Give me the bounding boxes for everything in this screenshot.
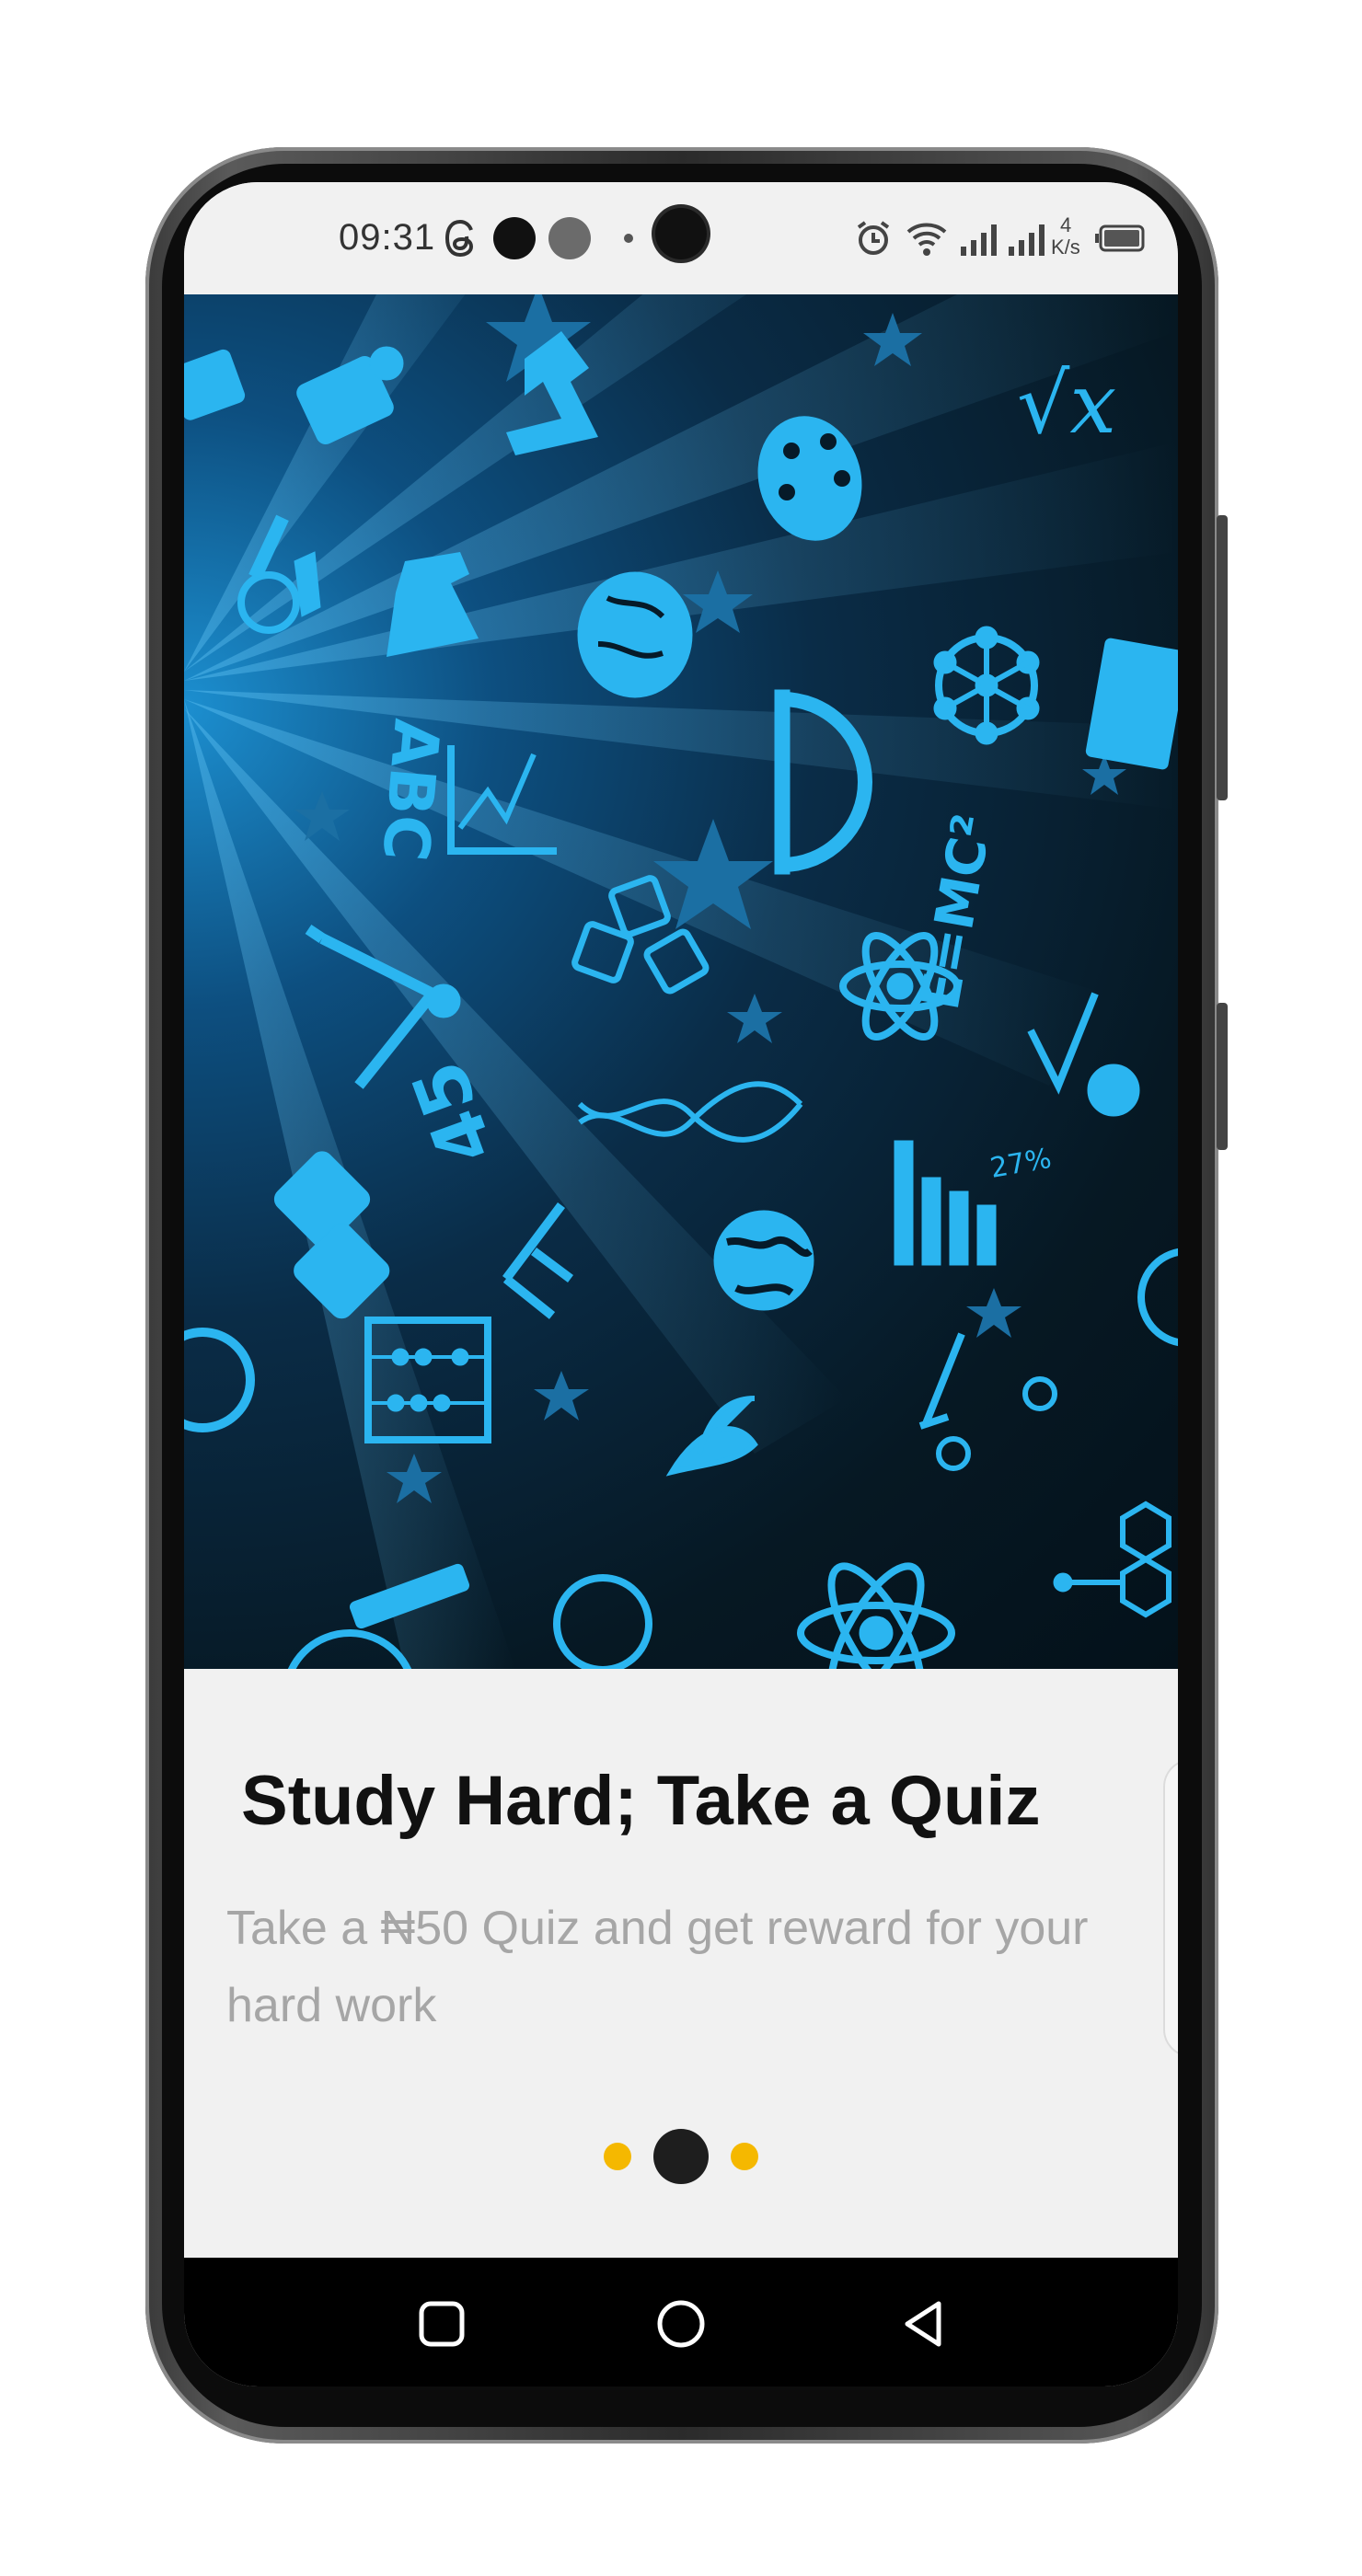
hero-image: ABC E=MC² 27% √x 45 [184, 294, 1178, 1669]
threads-icon [444, 219, 474, 258]
back-icon[interactable] [896, 2298, 948, 2350]
notification-dot-icon [548, 217, 591, 259]
hero-text-abc: ABC [368, 717, 453, 865]
page-dot-inactive[interactable] [604, 2143, 631, 2170]
small-dot-icon [624, 234, 633, 243]
page-indicator [184, 2120, 1178, 2193]
system-navigation-bar [184, 2258, 1178, 2386]
science-icons-illustration: ABC E=MC² 27% √x 45 [184, 294, 1178, 1669]
power-button [1217, 1003, 1228, 1150]
notification-dot-icon [493, 217, 536, 259]
phone-screen: 09:31 4 K/s ABC E=MC² 27% √x 45 Study Ha… [184, 182, 1178, 2386]
wifi-icon [906, 223, 947, 256]
hero-text-sqrt: √x [1017, 356, 1116, 453]
signal-icon [1009, 224, 1045, 256]
battery-icon [1095, 224, 1145, 252]
recent-apps-icon[interactable] [416, 2298, 467, 2350]
network-speed-value: 4 [1060, 213, 1072, 236]
onboarding-content: Study Hard; Take a Quiz Take a ₦50 Quiz … [184, 1669, 1178, 2258]
home-icon[interactable] [655, 2298, 707, 2350]
onboarding-title: Study Hard; Take a Quiz [241, 1762, 1041, 1840]
front-camera [655, 208, 707, 259]
volume-button [1217, 515, 1228, 800]
page-dot-active[interactable] [653, 2129, 709, 2184]
status-time: 09:31 [339, 217, 436, 258]
status-bar: 09:31 4 K/s [184, 182, 1178, 294]
alarm-icon [857, 221, 890, 255]
signal-icon [961, 224, 997, 256]
hero-text-percent: 27% [987, 1143, 1054, 1185]
onboarding-subtitle: Take a ₦50 Quiz and get reward for your … [226, 1902, 1089, 2032]
network-speed-unit: K/s [1051, 236, 1080, 259]
next-page-card-edge[interactable] [1163, 1759, 1178, 2057]
page-dot-inactive[interactable] [731, 2143, 758, 2170]
